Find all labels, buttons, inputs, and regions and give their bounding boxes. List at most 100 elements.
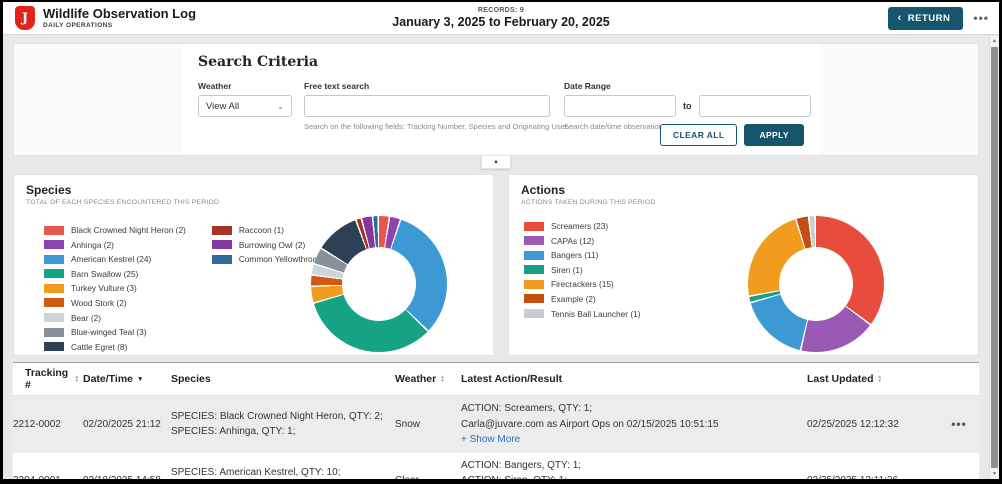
free-text-input[interactable] xyxy=(304,95,550,117)
legend-label: Wood Stork (2) xyxy=(71,298,127,308)
legend-item[interactable]: Raccoon (1) xyxy=(212,225,332,235)
chevron-down-icon: ⌄ xyxy=(277,102,284,111)
column-header-weather[interactable]: Weather ▲▼ xyxy=(395,363,461,395)
column-header-label: Last Updated xyxy=(807,373,874,385)
sort-both-icon[interactable]: ▲▼ xyxy=(878,375,883,383)
legend-item[interactable]: Bear (2) xyxy=(44,313,186,323)
legend-swatch xyxy=(44,313,64,322)
legend-label: Burrowing Owl (2) xyxy=(239,240,305,250)
legend-label: Cattle Egret (8) xyxy=(71,342,127,352)
legend-item[interactable]: Tennis Ball Launcher (1) xyxy=(524,309,640,319)
search-criteria-panel: Search Criteria Weather View All ⌄ Free … xyxy=(182,44,820,155)
latest-action-cell: ACTION: Bangers, QTY: 1;ACTION: Siren, Q… xyxy=(461,453,807,484)
legend-item[interactable]: Anhinga (2) xyxy=(44,240,186,250)
column-header-tracking-[interactable]: Tracking #▲▼ xyxy=(13,363,83,395)
legend-swatch xyxy=(524,294,544,303)
actions-chart-subtitle: ACTIONS TAKEN DURING THIS PERIOD xyxy=(521,199,966,206)
weather-select[interactable]: View All ⌄ xyxy=(198,95,292,117)
weather-label: Weather xyxy=(198,81,292,91)
datetime-cell: 02/20/2025 21:12 xyxy=(83,396,171,453)
legend-item[interactable]: CAPAs (12) xyxy=(524,236,640,246)
scroll-down-icon[interactable]: ▼ xyxy=(990,471,999,477)
latest-action-cell: ACTION: Screamers, QTY: 1;Carla@juvare.c… xyxy=(461,396,807,453)
header-actions: ‹ RETURN ••• xyxy=(888,7,991,30)
legend-item[interactable]: Cattle Egret (8) xyxy=(44,342,186,352)
action-line: ACTION: Bangers, QTY: 1; xyxy=(461,458,803,474)
legend-label: CAPAs (12) xyxy=(551,236,594,246)
action-line: Carla@juvare.com as Airport Ops on 02/15… xyxy=(461,417,803,433)
scrollbar-thumb[interactable] xyxy=(991,47,998,468)
species-cell: SPECIES: Black Crowned Night Heron, QTY:… xyxy=(171,396,395,453)
collapse-search-button[interactable]: ▲ xyxy=(481,156,511,169)
legend-swatch xyxy=(44,298,64,307)
column-header-date-time[interactable]: Date/Time ▼ xyxy=(83,363,171,395)
date-range-label: Date Range xyxy=(564,81,811,91)
clear-all-button[interactable]: CLEAR ALL xyxy=(660,124,737,146)
row-menu-ellipsis-icon[interactable]: ••• xyxy=(951,474,967,484)
main-content: Search Criteria Weather View All ⌄ Free … xyxy=(3,36,989,479)
donut-hole xyxy=(342,247,416,321)
column-header-last-updated[interactable]: Last Updated ▲▼ xyxy=(807,363,943,395)
species-donut-chart[interactable] xyxy=(311,216,447,352)
legend-item[interactable]: American Kestrel (24) xyxy=(44,254,186,264)
actions-legend: Screamers (23) CAPAs (12) Bangers (11) Sire… xyxy=(524,221,640,323)
column-header-label: Date/Time xyxy=(83,373,133,385)
show-more-link[interactable]: + Show More xyxy=(461,432,803,448)
legend-swatch xyxy=(44,269,64,278)
last-updated-cell: 02/25/2025 12:11:26 xyxy=(807,453,943,484)
collapse-strip: ▲ xyxy=(13,156,979,171)
column-header-menu xyxy=(943,363,979,395)
species-chart-card: Species TOTAL OF EACH SPECIES ENCOUNTERE… xyxy=(13,174,494,356)
legend-item[interactable]: Black Crowned Night Heron (2) xyxy=(44,225,186,235)
column-header-label: Latest Action/Result xyxy=(461,373,562,385)
actions-donut-chart[interactable] xyxy=(748,216,884,352)
legend-swatch xyxy=(44,226,64,235)
sort-desc-icon[interactable]: ▼ xyxy=(137,376,143,383)
page-title: Wildlife Observation Log xyxy=(43,7,196,21)
weather-filter-group: Weather View All ⌄ xyxy=(198,81,292,117)
legend-item[interactable]: Screamers (23) xyxy=(524,221,640,231)
legend-item[interactable]: Wood Stork (2) xyxy=(44,298,186,308)
sort-both-icon[interactable]: ▲▼ xyxy=(440,375,445,383)
legend-item[interactable]: Turkey Vulture (3) xyxy=(44,283,186,293)
free-text-label: Free text search xyxy=(304,81,569,91)
legend-item[interactable]: Blue-winged Teal (3) xyxy=(44,327,186,337)
legend-label: Anhinga (2) xyxy=(71,240,114,250)
table-header-row: Tracking #▲▼Date/Time▼SpeciesWeather▲▼La… xyxy=(13,363,979,396)
scroll-up-icon[interactable]: ▲ xyxy=(990,38,999,44)
species-line: SPECIES: Black Crowned Night Heron, QTY:… xyxy=(171,409,391,425)
legend-swatch xyxy=(212,240,232,249)
column-header-label: Weather xyxy=(395,373,436,385)
legend-item[interactable]: Siren (1) xyxy=(524,265,640,275)
legend-swatch xyxy=(524,251,544,260)
action-line: ACTION: Screamers, QTY: 1; xyxy=(461,401,803,417)
free-text-group: Free text search Search on the following… xyxy=(304,81,569,131)
search-criteria-title: Search Criteria xyxy=(198,54,804,70)
return-button-label: RETURN xyxy=(908,13,951,24)
legend-label: Tennis Ball Launcher (1) xyxy=(551,309,640,319)
row-menu-ellipsis-icon[interactable]: ••• xyxy=(951,417,967,431)
charts-row: Species TOTAL OF EACH SPECIES ENCOUNTERE… xyxy=(13,174,979,356)
legend-swatch xyxy=(212,255,232,264)
header-menu-ellipsis-icon[interactable]: ••• xyxy=(971,11,991,25)
legend-label: Black Crowned Night Heron (2) xyxy=(71,225,186,235)
legend-item[interactable]: Bangers (11) xyxy=(524,250,640,260)
sort-both-icon[interactable]: ▲▼ xyxy=(74,375,79,383)
last-updated-cell: 02/25/2025 12:12:32 xyxy=(807,396,943,453)
legend-item[interactable]: Barn Swallow (25) xyxy=(44,269,186,279)
table-row: 2204-000102/18/2025 14:58SPECIES: Americ… xyxy=(13,453,979,484)
legend-label: Turkey Vulture (3) xyxy=(71,283,137,293)
date-from-input[interactable] xyxy=(564,95,676,117)
apply-button[interactable]: APPLY xyxy=(744,124,804,146)
legend-item[interactable]: Burrowing Owl (2) xyxy=(212,240,332,250)
vertical-scrollbar[interactable]: ▲ ▼ xyxy=(989,36,999,479)
return-button[interactable]: ‹ RETURN xyxy=(888,7,964,30)
legend-item[interactable]: Example (2) xyxy=(524,294,640,304)
date-to-input[interactable] xyxy=(699,95,811,117)
legend-item[interactable]: Firecrackers (15) xyxy=(524,279,640,289)
legend-label: Barn Swallow (25) xyxy=(71,269,138,279)
observations-table: Tracking #▲▼Date/Time▼SpeciesWeather▲▼La… xyxy=(13,362,979,484)
row-menu-cell: ••• xyxy=(943,453,979,484)
legend-swatch xyxy=(44,328,64,337)
top-bar: J Wildlife Observation Log DAILY OPERATI… xyxy=(3,2,999,35)
